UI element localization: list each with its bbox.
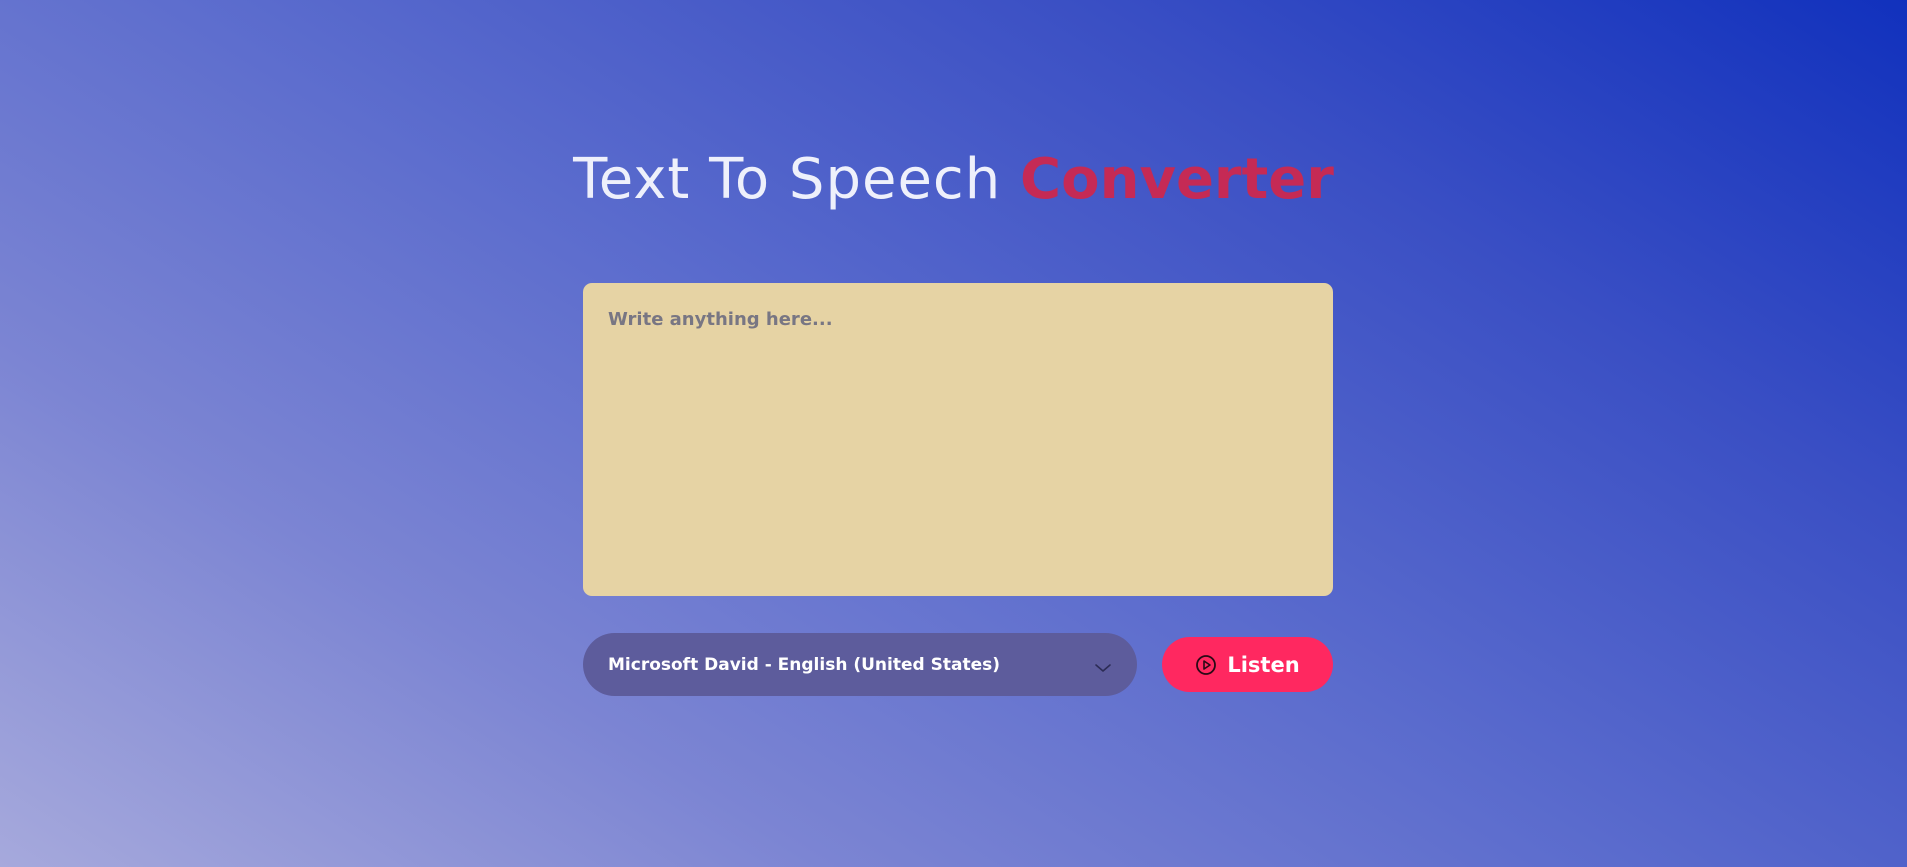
chevron-down-icon: [1094, 659, 1112, 672]
page-title: Text To Speech Converter: [0, 140, 1907, 220]
voice-select[interactable]: Microsoft David - English (United States…: [583, 633, 1137, 696]
voice-select-value: Microsoft David - English (United States…: [608, 654, 1000, 675]
page-title-main: Text To Speech: [573, 147, 1020, 212]
page-title-accent: Converter: [1020, 147, 1334, 212]
tts-app: Text To Speech Converter Microsoft David…: [0, 0, 1907, 867]
listen-button-label: Listen: [1227, 652, 1300, 677]
play-circle-icon: [1195, 654, 1217, 676]
listen-button[interactable]: Listen: [1162, 637, 1333, 692]
text-input[interactable]: [583, 283, 1333, 596]
